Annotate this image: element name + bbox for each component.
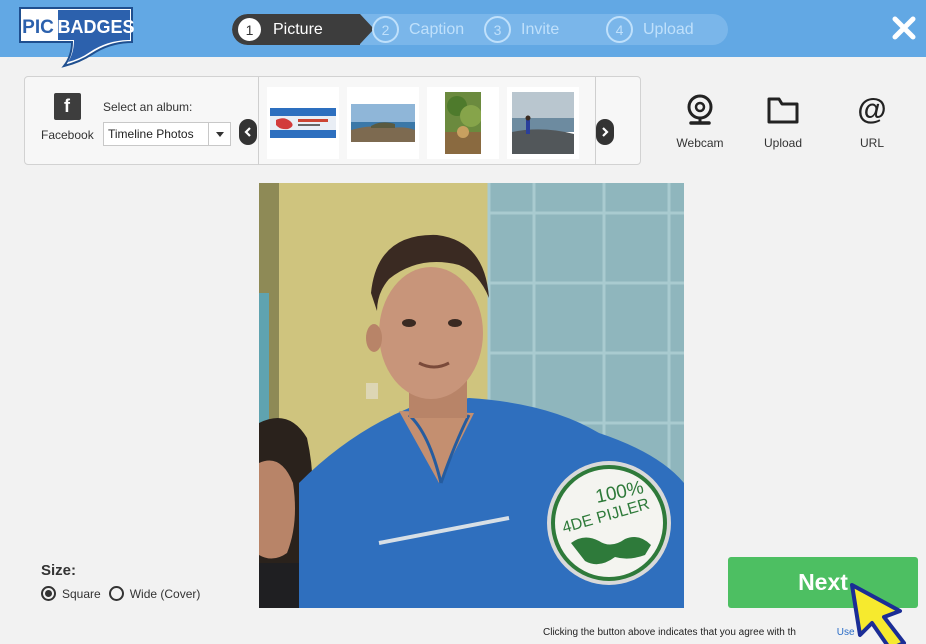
size-options: Square Wide (Cover) <box>41 586 208 601</box>
size-square-label: Square <box>62 586 101 601</box>
carousel-next-button[interactable] <box>596 119 614 145</box>
upload-source[interactable]: Upload <box>753 92 813 150</box>
pijler-badge: 100% 4DE PIJLER <box>547 461 671 585</box>
step-label: Caption <box>409 20 465 38</box>
album-thumbnail[interactable] <box>427 87 499 159</box>
badge-preview-photo: 100% 4DE PIJLER <box>259 183 684 608</box>
step-number: 1 <box>236 16 263 43</box>
chevron-left-icon <box>244 127 251 137</box>
at-icon: @ <box>857 93 887 126</box>
step-picture[interactable]: 1 Picture <box>232 14 374 45</box>
folder-icon <box>753 92 813 128</box>
step-number: 3 <box>484 16 511 43</box>
chevron-right-icon <box>602 127 609 137</box>
url-label: URL <box>859 136 884 150</box>
album-thumbnail[interactable] <box>347 87 419 159</box>
webcam-icon <box>670 92 730 128</box>
facebook-label: Facebook <box>41 128 94 142</box>
upload-label: Upload <box>763 136 803 150</box>
size-wide-option[interactable]: Wide (Cover) <box>108 586 201 601</box>
svg-text:BADGES: BADGES <box>57 17 134 37</box>
pointer-arrow-icon <box>812 581 912 644</box>
album-select-value: Timeline Photos <box>108 127 194 141</box>
album-thumbnail[interactable] <box>267 87 339 159</box>
carousel-prev-button[interactable] <box>239 119 257 145</box>
step-upload[interactable]: 4 Upload <box>604 14 728 45</box>
step-label: Invite <box>521 20 560 38</box>
wizard-steps: 1 Picture 2 Caption 3 Invite 4 Upload <box>232 14 728 45</box>
close-icon[interactable] <box>890 14 918 42</box>
webcam-source[interactable]: Webcam <box>670 92 730 150</box>
radio-wide[interactable] <box>108 586 124 601</box>
step-invite[interactable]: 3 Invite <box>482 14 604 45</box>
album-thumbnails <box>267 87 579 159</box>
facebook-icon: f <box>53 93 81 120</box>
header-bar: PIC BADGES 1 Picture 2 Caption 3 Invite … <box>0 0 926 68</box>
size-title: Size: <box>41 562 77 579</box>
webcam-label: Webcam <box>676 136 724 150</box>
album-select[interactable]: Timeline Photos <box>103 122 231 146</box>
step-label: Upload <box>643 20 694 38</box>
url-source[interactable]: @ URL <box>842 92 902 150</box>
chevron-down-icon <box>208 123 230 145</box>
terms-text: Clicking the button above indicates that… <box>543 627 796 638</box>
album-label: Select an album: <box>103 100 193 114</box>
album-thumbnail[interactable] <box>507 87 579 159</box>
divider <box>258 77 259 165</box>
main-area: f Facebook Select an album: Timeline Pho… <box>0 57 926 644</box>
picbadges-logo[interactable]: PIC BADGES <box>14 2 138 68</box>
size-square-option[interactable]: Square <box>41 586 101 601</box>
radio-square[interactable] <box>41 586 56 601</box>
facebook-source[interactable]: f Facebook <box>41 93 94 142</box>
divider <box>595 77 596 165</box>
picture-source-panel: f Facebook Select an album: Timeline Pho… <box>24 76 641 165</box>
step-caption[interactable]: 2 Caption <box>360 14 482 45</box>
terms-notice: Clicking the button above indicates that… <box>543 627 855 638</box>
svg-text:PIC: PIC <box>22 17 54 38</box>
step-label: Picture <box>273 20 323 38</box>
size-wide-label: Wide (Cover) <box>129 586 201 601</box>
step-number: 2 <box>372 16 399 43</box>
step-number: 4 <box>606 16 633 43</box>
